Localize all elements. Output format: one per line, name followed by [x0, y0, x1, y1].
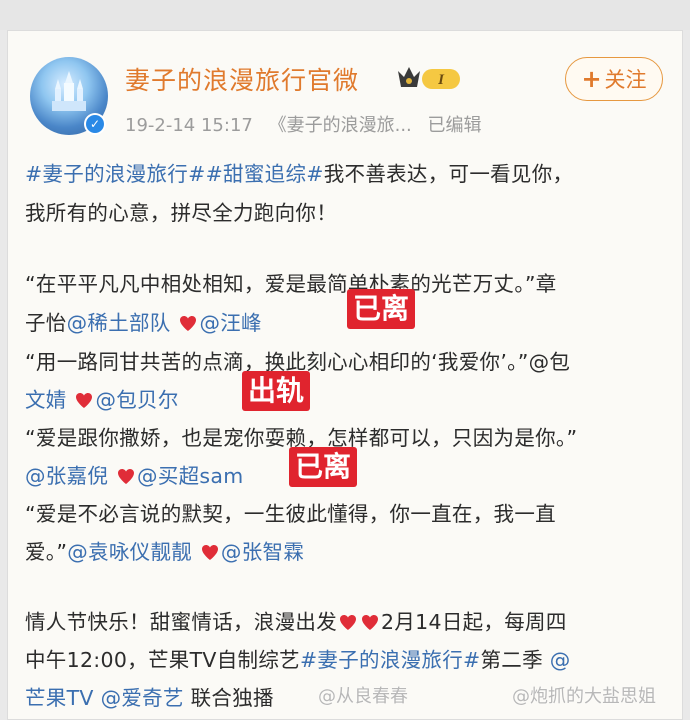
mention-link[interactable]: @包贝尔: [95, 388, 178, 412]
quote-text: 子怡: [25, 311, 67, 335]
mention-link[interactable]: @张嘉倪: [25, 464, 108, 488]
watermark: @从良春春: [318, 686, 408, 707]
overlay-label: 已离: [347, 289, 416, 329]
quote-text: 爱。”: [25, 540, 68, 564]
hashtag-link[interactable]: #妻子的浪漫旅行#: [25, 162, 206, 186]
plus-icon: +: [581, 65, 602, 93]
quote-text: “在平平凡凡中相处相知，爱是最简单朴素的光芒万丈。”章: [25, 272, 557, 296]
post-line: 中午12:00，芒果TV自制综艺#妻子的浪漫旅行#第二季 @: [25, 643, 571, 673]
post-meta: 19-2-14 15:17 《妻子的浪漫旅... 已编辑: [125, 111, 492, 137]
mention-link[interactable]: 芒果TV: [25, 686, 94, 710]
heart-icon: [340, 615, 356, 630]
vip-crown-badge-icon[interactable]: I: [396, 63, 462, 93]
post-line: #妻子的浪漫旅行##甜蜜追综#我不善表达，可一看见你，: [25, 157, 573, 187]
post-line: 我所有的心意，拼尽全力跑向你！: [25, 196, 337, 226]
mention-link[interactable]: @稀土部队: [67, 311, 171, 335]
verified-icon: ✓: [84, 113, 106, 135]
post-line: 爱。”@袁咏仪靓靓 @张智霖: [25, 535, 304, 565]
mention-link[interactable]: 文婧: [25, 388, 67, 412]
edited-label[interactable]: 已编辑: [428, 115, 482, 136]
castle-icon: [52, 71, 86, 111]
post-text: 情人节快乐！甜蜜情话，浪漫出发: [25, 610, 337, 634]
watermark: @炮抓的大盐思姐: [512, 686, 656, 707]
mention-link[interactable]: @爱奇艺: [101, 686, 184, 710]
svg-text:I: I: [437, 72, 445, 88]
post-text: 我不善表达，可一看见你，: [323, 162, 574, 186]
heart-icon: [180, 316, 197, 331]
heart-icon: [362, 615, 378, 630]
heart-icon: [118, 469, 135, 484]
post-text: 2月14日起，每周四: [381, 610, 567, 634]
post-line: 芒果TV @爱奇艺 联合独播: [25, 681, 274, 711]
mention-link[interactable]: @买超sam: [137, 464, 244, 488]
follow-label: 关注: [604, 68, 647, 92]
post-line: 子怡@稀土部队 @汪峰: [25, 306, 262, 336]
post-text: 我所有的心意，拼尽全力跑向你！: [25, 201, 337, 225]
mention-link[interactable]: @袁咏仪靓靓: [67, 540, 192, 564]
post-line: 文婧 @包贝尔: [25, 383, 179, 413]
post-text: 中午12:00，芒果TV自制综艺: [25, 648, 300, 672]
post-line: @张嘉倪 @买超sam: [25, 459, 244, 489]
follow-button[interactable]: + 关注: [565, 57, 663, 101]
account-name[interactable]: 妻子的浪漫旅行官微: [125, 61, 359, 97]
overlay-label: 出轨: [242, 371, 311, 411]
hashtag-link[interactable]: #妻子的浪漫旅行#: [300, 648, 481, 672]
post-line: “爱是不必言说的默契，一生彼此懂得，你一直在，我一直: [25, 497, 556, 527]
mention-link[interactable]: @张智霖: [221, 540, 304, 564]
post-line: 情人节快乐！甜蜜情话，浪漫出发 2月14日起，每周四: [25, 605, 567, 635]
top-bar: [0, 0, 690, 30]
overlay-label: 已离: [289, 447, 358, 487]
weibo-post-card: ✓ 妻子的浪漫旅行官微 I 19-2-14 15:17 《妻子的浪漫旅... 已…: [7, 30, 683, 720]
post-line: “在平平凡凡中相处相知，爱是最简单朴素的光芒万丈。”章: [25, 267, 557, 297]
post-source[interactable]: 《妻子的浪漫旅...: [269, 115, 412, 136]
mention-link[interactable]: @汪峰: [199, 311, 261, 335]
heart-icon: [201, 545, 218, 560]
post-text: 第二季: [480, 648, 543, 672]
quote-text: “爱是不必言说的默契，一生彼此懂得，你一直在，我一直: [25, 502, 556, 526]
post-text: 联合独播: [190, 686, 274, 710]
mention-link[interactable]: @: [550, 648, 571, 672]
hashtag-link[interactable]: #甜蜜追综#: [206, 162, 324, 186]
post-timestamp: 19-2-14 15:17: [125, 115, 253, 136]
heart-icon: [76, 393, 93, 408]
